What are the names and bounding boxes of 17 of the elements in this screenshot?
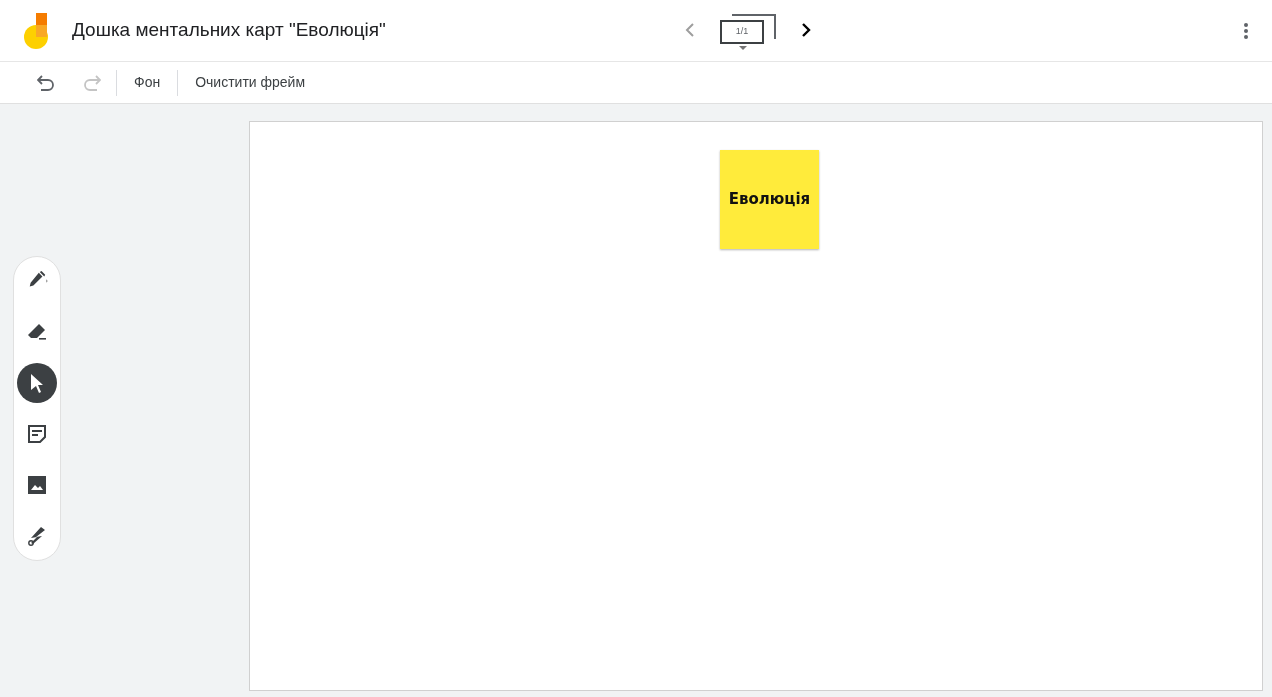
tool-button[interactable]	[17, 363, 57, 403]
note-icon	[27, 424, 47, 444]
app-logo	[24, 12, 50, 49]
frame-counter-button[interactable]: 1/1	[718, 10, 778, 50]
laser-icon	[27, 526, 47, 546]
board-title: Дошка ментальних карт "Еволюція"	[72, 18, 386, 43]
redo-icon	[83, 74, 101, 91]
eraser-icon	[27, 323, 47, 341]
undo-icon	[37, 74, 55, 91]
image-icon	[28, 476, 46, 494]
toolbar-text-button[interactable]: Очистити фрейм	[186, 66, 315, 99]
pointer-icon	[30, 373, 44, 393]
chevron-right-icon	[801, 22, 811, 38]
sticky-note[interactable]: Еволюція	[720, 150, 819, 249]
more-icon	[1244, 22, 1248, 39]
toolbar-text-button[interactable]: Фон	[125, 66, 170, 99]
chevron-left-icon	[685, 22, 695, 38]
